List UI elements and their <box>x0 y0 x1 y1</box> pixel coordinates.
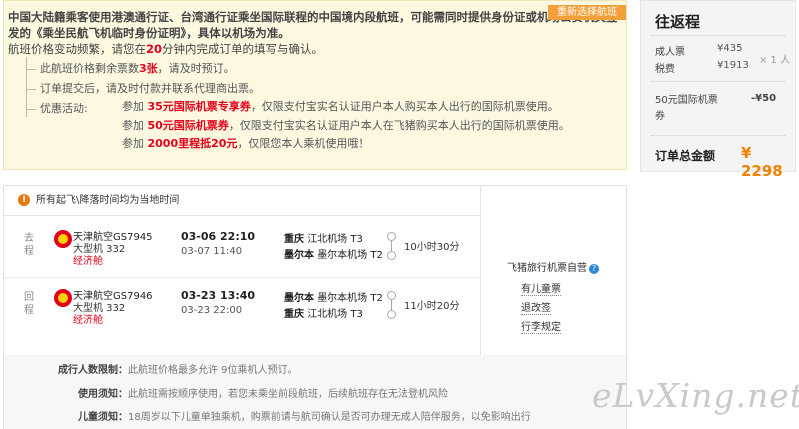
promo-highlight[interactable]: 2000里程抵20元 <box>148 137 238 150</box>
arrival-airport-name: 江北机场 T3 <box>307 309 363 320</box>
total-label: 订单总金额 <box>655 149 716 163</box>
flight-duration: 11小时20分 <box>404 301 460 312</box>
departure-city: 墨尔本 <box>284 293 314 304</box>
coupon-value: -¥50 <box>751 93 777 104</box>
departure-airport: 墨尔本 墨尔本机场 T2 <box>284 289 383 304</box>
tax-price: ¥1913 <box>717 60 749 71</box>
departure-airport-name: 江北机场 T3 <box>307 234 363 245</box>
leg-label: 去程 <box>24 233 34 257</box>
promo-highlight[interactable]: 35元国际机票专享券 <box>148 100 251 113</box>
tree-line <box>26 57 28 117</box>
leg-label: 回程 <box>24 292 34 316</box>
departure-time: 03-23 13:40 <box>181 289 256 302</box>
remaining-a: 此航班价格剩余票数 <box>40 62 139 75</box>
info-icon: ! <box>18 194 30 206</box>
local-time-note: 所有起飞\降落时间均为当地时间 <box>36 195 180 206</box>
arrival-airport: 墨尔本 墨尔本机场 T2 <box>284 246 383 261</box>
remaining-b: ，请及时预订。 <box>157 62 235 75</box>
adult-price: ¥435 <box>717 43 743 54</box>
total-amount: ¥ 2298 <box>741 144 783 180</box>
promo-highlight[interactable]: 50元国际机票券 <box>148 119 229 132</box>
remaining-count: 3张 <box>139 62 158 75</box>
departure-airport: 重庆 江北机场 T3 <box>284 230 363 245</box>
price-change-minutes: 20 <box>146 42 163 56</box>
promo-suffix: ，仅限支付宝实名认证用户本人在飞猪购买本人出行的国际机票使用。 <box>228 119 570 132</box>
detail-row: 成行人数限制：此航班价格最多允许 9位乘机人预订。 <box>4 361 298 376</box>
divider <box>480 186 481 356</box>
detail-row: 使用须知：此航班需按顺序使用，若您未乘坐前段航班，后续航班存在无法登机风险 <box>4 385 448 400</box>
trip-type-title: 往返程 <box>655 13 701 31</box>
detail-value: 18周岁以下儿童单独乘机，购票前请与航司确认是否可办理无成人陪伴服务，以免影响出… <box>128 412 531 423</box>
arrival-airport-name: 墨尔本机场 T2 <box>317 250 383 261</box>
promo-item-1: 参加 35元国际机票专享券，仅限支付宝实名认证用户本人购买本人出行的国际机票使用… <box>122 97 559 117</box>
refund-change-link[interactable]: 退改签 <box>521 299 551 315</box>
promo-suffix: ，仅限您本人乘机使用哦！ <box>237 137 370 150</box>
info-icon[interactable]: ? <box>589 264 599 274</box>
payment-text: 订单提交后，请及时付款并联系代理商出票。 <box>40 82 260 95</box>
arrival-time: 03-23 22:00 <box>181 305 243 316</box>
arrival-city: 墨尔本 <box>284 250 314 261</box>
arrival-airport: 重庆 江北机场 T3 <box>284 305 363 320</box>
id-requirement-text: 中国大陆籍乘客使用港澳通行证、台湾通行证乘坐国际联程的中国境内段航班，可能需同时… <box>8 10 618 40</box>
agent-name: 飞猪旅行机票自营 <box>507 263 587 274</box>
cabin-class: 经济舱 <box>73 256 103 267</box>
route-path-icon <box>387 291 396 319</box>
promo-prefix: 参加 <box>122 137 144 150</box>
coupon-label: 50元国际机票券 <box>655 95 718 122</box>
divider <box>651 81 785 82</box>
detail-key: 使用须知： <box>78 389 128 400</box>
airline-logo-icon <box>54 289 72 307</box>
reselect-flight-button[interactable]: 重新选择航班 <box>548 5 626 20</box>
promo-prefix: 参加 <box>122 119 144 132</box>
passenger-multiplier: × 1 人 <box>759 55 791 66</box>
adult-label: 成人票 <box>655 47 685 58</box>
flight-duration: 10小时30分 <box>404 242 460 253</box>
promo-prefix: 参加 <box>122 100 144 113</box>
tax-label: 税费 <box>655 64 675 75</box>
agent-label: 飞猪旅行机票自营? <box>507 259 599 274</box>
baggage-rules-link[interactable]: 行李规定 <box>521 318 561 334</box>
flight-leg-return: 回程 天津航空GS7946 大型机 332 经济舱 03-23 13:40 03… <box>4 279 480 337</box>
notice-box: 中国大陆籍乘客使用港澳通行证、台湾通行证乘坐国际联程的中国境内段航班，可能需同时… <box>3 0 627 170</box>
promo-item-2: 参加 50元国际机票券，仅限支付宝实名认证用户本人在飞猪购买本人出行的国际机票使… <box>122 116 570 136</box>
promo-suffix: ，仅限支付宝实名认证用户本人购买本人出行的国际机票使用。 <box>250 100 559 113</box>
detail-value: 此航班需按顺序使用，若您未乘坐前段航班，后续航班存在无法登机风险 <box>128 389 448 400</box>
detail-key: 儿童须知： <box>78 412 128 423</box>
airline-logo-icon <box>54 230 72 248</box>
booking-details: 成行人数限制：此航班价格最多允许 9位乘机人预订。 使用须知：此航班需按顺序使用… <box>4 355 626 429</box>
detail-row: 儿童须知：18周岁以下儿童单独乘机，购票前请与航司确认是否可办理无成人陪伴服务，… <box>4 408 531 423</box>
detail-value: 此航班价格最多允许 9位乘机人预订。 <box>128 365 298 376</box>
arrival-city: 重庆 <box>284 309 304 320</box>
detail-key: 成行人数限制： <box>58 365 128 376</box>
price-change-text: 航班价格变动频繁，请您在20分钟内完成订单的填写与确认。 <box>8 41 323 57</box>
route-path-icon <box>387 232 396 260</box>
divider <box>651 35 785 36</box>
child-ticket-link[interactable]: 有儿童票 <box>521 280 561 296</box>
departure-time: 03-06 22:10 <box>181 230 256 243</box>
arrival-time: 03-07 11:40 <box>181 246 243 257</box>
price-change-a: 航班价格变动频繁，请您在 <box>8 42 146 56</box>
promo-label: 优惠活动: <box>40 102 88 115</box>
flights-header: ! 所有起飞\降落时间均为当地时间 <box>4 186 480 216</box>
departure-airport-name: 墨尔本机场 T2 <box>317 293 383 304</box>
departure-city: 重庆 <box>284 234 304 245</box>
cabin-class: 经济舱 <box>73 315 103 326</box>
promo-item-3: 参加 2000里程抵20元，仅限您本人乘机使用哦！ <box>122 134 369 154</box>
watermark: eLvXing.net <box>592 376 799 415</box>
tree-item-payment: 订单提交后，请及时付款并联系代理商出票。 <box>26 79 626 99</box>
price-change-b: 分钟内完成订单的填写与确认。 <box>162 42 324 56</box>
divider <box>651 135 785 136</box>
flight-leg-outbound: 去程 天津航空GS7945 大型机 332 经济舱 03-06 22:10 03… <box>4 220 480 278</box>
price-summary: 往返程 成人票 ¥435 × 1 人 税费 ¥1913 50元国际机票券 -¥5… <box>640 0 796 180</box>
tree-item-remaining: 此航班价格剩余票数3张，请及时预订。 <box>26 59 626 79</box>
